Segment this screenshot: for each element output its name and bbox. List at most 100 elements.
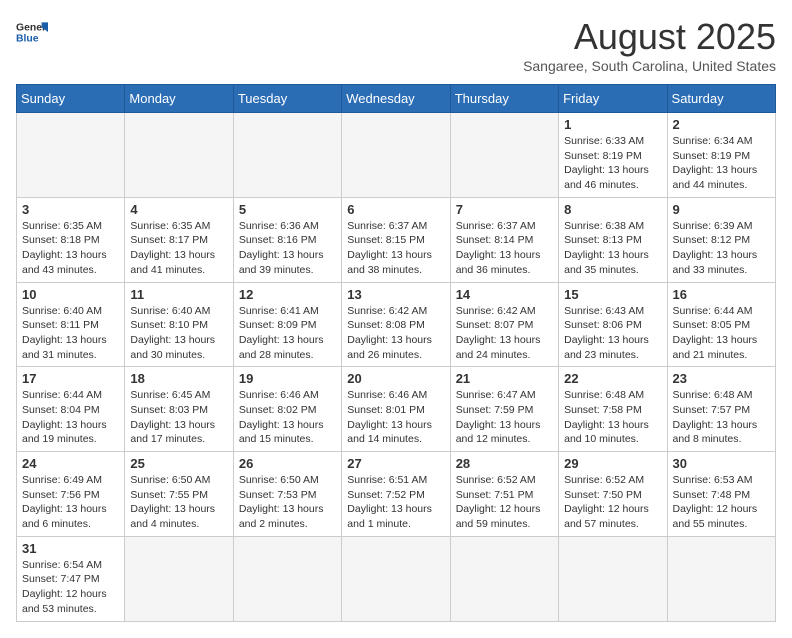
day-number: 2 — [673, 117, 770, 132]
calendar-cell-2-3: 13 Sunrise: 6:42 AM Sunset: 8:08 PM Dayli… — [342, 282, 450, 367]
day-info: Sunrise: 6:38 AM Sunset: 8:13 PM Dayligh… — [564, 219, 661, 278]
calendar-cell-2-6: 16 Sunrise: 6:44 AM Sunset: 8:05 PM Dayli… — [667, 282, 775, 367]
day-info: Sunrise: 6:52 AM Sunset: 7:50 PM Dayligh… — [564, 473, 661, 532]
calendar-cell-1-4: 7 Sunrise: 6:37 AM Sunset: 8:14 PM Daylig… — [450, 197, 558, 282]
header-sunday: Sunday — [17, 85, 125, 113]
calendar-cell-4-2: 26 Sunrise: 6:50 AM Sunset: 7:53 PM Dayli… — [233, 452, 341, 537]
calendar-cell-4-1: 25Sunrise: 6:50 AM Sunset: 7:55 PM Dayli… — [125, 452, 233, 537]
day-number: 16 — [673, 287, 770, 302]
calendar-cell-3-5: 22Sunrise: 6:48 AM Sunset: 7:58 PM Dayli… — [559, 367, 667, 452]
day-info: Sunrise: 6:33 AM Sunset: 8:19 PM Dayligh… — [564, 134, 661, 193]
calendar-cell-2-2: 12Sunrise: 6:41 AM Sunset: 8:09 PM Dayli… — [233, 282, 341, 367]
calendar-cell-5-4 — [450, 536, 558, 621]
day-number: 27 — [347, 456, 444, 471]
day-info: Sunrise: 6:40 AM Sunset: 8:10 PM Dayligh… — [130, 304, 227, 363]
day-info: Sunrise: 6:43 AM Sunset: 8:06 PM Dayligh… — [564, 304, 661, 363]
calendar-cell-2-4: 14Sunrise: 6:42 AM Sunset: 8:07 PM Dayli… — [450, 282, 558, 367]
calendar-cell-3-2: 19 Sunrise: 6:46 AM Sunset: 8:02 PM Dayli… — [233, 367, 341, 452]
day-info: Sunrise: 6:39 AM Sunset: 8:12 PM Dayligh… — [673, 219, 770, 278]
day-number: 10 — [22, 287, 119, 302]
calendar-cell-5-1 — [125, 536, 233, 621]
calendar-cell-4-6: 30Sunrise: 6:53 AM Sunset: 7:48 PM Dayli… — [667, 452, 775, 537]
day-number: 28 — [456, 456, 553, 471]
day-number: 8 — [564, 202, 661, 217]
day-number: 14 — [456, 287, 553, 302]
week-row-2: 10Sunrise: 6:40 AM Sunset: 8:11 PM Dayli… — [17, 282, 776, 367]
location-subtitle: Sangaree, South Carolina, United States — [523, 58, 776, 74]
day-number: 29 — [564, 456, 661, 471]
calendar-cell-5-0: 31Sunrise: 6:54 AM Sunset: 7:47 PM Dayli… — [17, 536, 125, 621]
logo: General Blue — [16, 16, 48, 48]
calendar-cell-4-0: 24Sunrise: 6:49 AM Sunset: 7:56 PM Dayli… — [17, 452, 125, 537]
calendar-cell-0-5: 1 Sunrise: 6:33 AM Sunset: 8:19 PM Daylig… — [559, 113, 667, 198]
calendar-cell-1-0: 3 Sunrise: 6:35 AM Sunset: 8:18 PM Daylig… — [17, 197, 125, 282]
day-number: 19 — [239, 371, 336, 386]
week-row-4: 24Sunrise: 6:49 AM Sunset: 7:56 PM Dayli… — [17, 452, 776, 537]
calendar-cell-1-6: 9 Sunrise: 6:39 AM Sunset: 8:12 PM Daylig… — [667, 197, 775, 282]
header-friday: Friday — [559, 85, 667, 113]
day-info: Sunrise: 6:35 AM Sunset: 8:18 PM Dayligh… — [22, 219, 119, 278]
calendar-cell-5-5 — [559, 536, 667, 621]
day-info: Sunrise: 6:34 AM Sunset: 8:19 PM Dayligh… — [673, 134, 770, 193]
week-row-0: 1 Sunrise: 6:33 AM Sunset: 8:19 PM Daylig… — [17, 113, 776, 198]
calendar-cell-2-5: 15 Sunrise: 6:43 AM Sunset: 8:06 PM Dayli… — [559, 282, 667, 367]
calendar-cell-4-5: 29 Sunrise: 6:52 AM Sunset: 7:50 PM Dayli… — [559, 452, 667, 537]
calendar-cell-2-1: 11 Sunrise: 6:40 AM Sunset: 8:10 PM Dayli… — [125, 282, 233, 367]
calendar-cell-4-3: 27 Sunrise: 6:51 AM Sunset: 7:52 PM Dayli… — [342, 452, 450, 537]
day-info: Sunrise: 6:45 AM Sunset: 8:03 PM Dayligh… — [130, 388, 227, 447]
day-number: 4 — [130, 202, 227, 217]
day-number: 9 — [673, 202, 770, 217]
header-wednesday: Wednesday — [342, 85, 450, 113]
day-number: 18 — [130, 371, 227, 386]
calendar-cell-1-5: 8 Sunrise: 6:38 AM Sunset: 8:13 PM Daylig… — [559, 197, 667, 282]
calendar-cell-5-6 — [667, 536, 775, 621]
day-info: Sunrise: 6:50 AM Sunset: 7:53 PM Dayligh… — [239, 473, 336, 532]
day-info: Sunrise: 6:35 AM Sunset: 8:17 PM Dayligh… — [130, 219, 227, 278]
logo-icon: General Blue — [16, 16, 48, 48]
header-saturday: Saturday — [667, 85, 775, 113]
day-info: Sunrise: 6:46 AM Sunset: 8:02 PM Dayligh… — [239, 388, 336, 447]
calendar-cell-5-2 — [233, 536, 341, 621]
day-number: 31 — [22, 541, 119, 556]
calendar-cell-3-6: 23 Sunrise: 6:48 AM Sunset: 7:57 PM Dayli… — [667, 367, 775, 452]
week-row-1: 3 Sunrise: 6:35 AM Sunset: 8:18 PM Daylig… — [17, 197, 776, 282]
day-info: Sunrise: 6:42 AM Sunset: 8:08 PM Dayligh… — [347, 304, 444, 363]
weekday-header-row: Sunday Monday Tuesday Wednesday Thursday… — [17, 85, 776, 113]
calendar-cell-0-0 — [17, 113, 125, 198]
day-number: 23 — [673, 371, 770, 386]
day-number: 3 — [22, 202, 119, 217]
day-number: 20 — [347, 371, 444, 386]
calendar-cell-0-1 — [125, 113, 233, 198]
month-title: August 2025 — [523, 16, 776, 58]
header-tuesday: Tuesday — [233, 85, 341, 113]
day-info: Sunrise: 6:41 AM Sunset: 8:09 PM Dayligh… — [239, 304, 336, 363]
day-info: Sunrise: 6:44 AM Sunset: 8:05 PM Dayligh… — [673, 304, 770, 363]
day-info: Sunrise: 6:47 AM Sunset: 7:59 PM Dayligh… — [456, 388, 553, 447]
calendar-cell-1-1: 4 Sunrise: 6:35 AM Sunset: 8:17 PM Daylig… — [125, 197, 233, 282]
day-info: Sunrise: 6:37 AM Sunset: 8:14 PM Dayligh… — [456, 219, 553, 278]
day-info: Sunrise: 6:52 AM Sunset: 7:51 PM Dayligh… — [456, 473, 553, 532]
day-number: 24 — [22, 456, 119, 471]
day-number: 7 — [456, 202, 553, 217]
week-row-5: 31Sunrise: 6:54 AM Sunset: 7:47 PM Dayli… — [17, 536, 776, 621]
day-info: Sunrise: 6:48 AM Sunset: 7:58 PM Dayligh… — [564, 388, 661, 447]
page-header: General Blue August 2025 Sangaree, South… — [16, 16, 776, 74]
day-number: 6 — [347, 202, 444, 217]
day-number: 30 — [673, 456, 770, 471]
day-info: Sunrise: 6:48 AM Sunset: 7:57 PM Dayligh… — [673, 388, 770, 447]
day-number: 11 — [130, 287, 227, 302]
day-number: 15 — [564, 287, 661, 302]
day-number: 13 — [347, 287, 444, 302]
day-info: Sunrise: 6:51 AM Sunset: 7:52 PM Dayligh… — [347, 473, 444, 532]
day-number: 26 — [239, 456, 336, 471]
calendar-cell-2-0: 10Sunrise: 6:40 AM Sunset: 8:11 PM Dayli… — [17, 282, 125, 367]
svg-text:Blue: Blue — [16, 34, 39, 45]
day-number: 1 — [564, 117, 661, 132]
calendar-cell-0-4 — [450, 113, 558, 198]
calendar-cell-0-3 — [342, 113, 450, 198]
calendar-table: Sunday Monday Tuesday Wednesday Thursday… — [16, 84, 776, 622]
title-block: August 2025 Sangaree, South Carolina, Un… — [523, 16, 776, 74]
calendar-cell-3-4: 21Sunrise: 6:47 AM Sunset: 7:59 PM Dayli… — [450, 367, 558, 452]
day-info: Sunrise: 6:46 AM Sunset: 8:01 PM Dayligh… — [347, 388, 444, 447]
calendar-cell-3-3: 20 Sunrise: 6:46 AM Sunset: 8:01 PM Dayli… — [342, 367, 450, 452]
